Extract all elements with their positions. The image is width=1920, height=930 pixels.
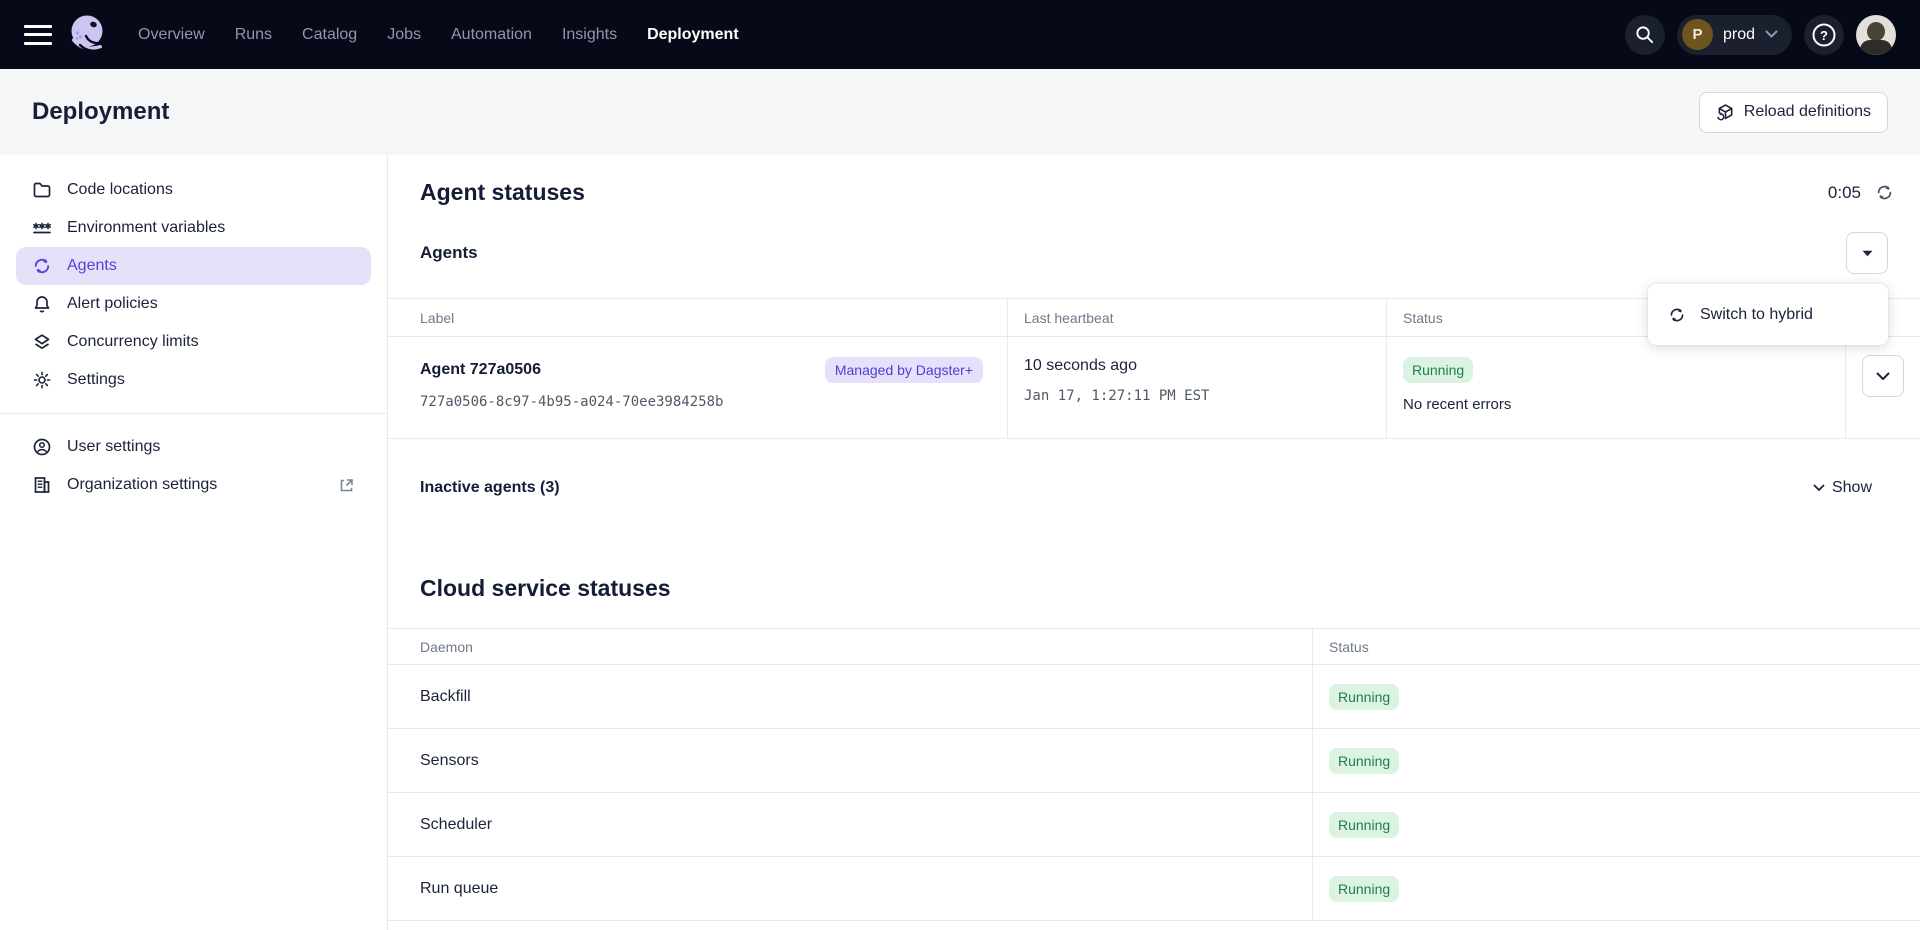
layers-icon [32, 332, 52, 352]
column-header-label: Label [388, 299, 1008, 337]
search-button[interactable] [1625, 15, 1665, 55]
chevron-down-icon [1765, 30, 1778, 39]
daemon-name: Backfill [388, 665, 1313, 729]
agent-statuses-title: Agent statuses [420, 179, 585, 206]
top-nav: Overview Runs Catalog Jobs Automation In… [0, 0, 1920, 69]
sidebar-item-label: Code locations [67, 181, 173, 199]
deployment-sidebar: Code locations Environment variables Age… [0, 155, 388, 930]
status-badge: Running [1329, 684, 1399, 710]
sidebar-item-label: Concurrency limits [67, 333, 199, 351]
agent-label-cell: Agent 727a0506 Managed by Dagster+ 727a0… [388, 337, 1008, 439]
sidebar-item-label: Agents [67, 257, 117, 275]
reload-definitions-label: Reload definitions [1744, 103, 1871, 121]
sidebar-item-user-settings[interactable]: User settings [16, 428, 371, 466]
chevron-down-icon [1876, 372, 1890, 381]
heartbeat-relative: 10 seconds ago [1024, 357, 1370, 375]
sidebar-item-settings[interactable]: Settings [16, 361, 371, 399]
agents-page: Agent statuses 0:05 Agents Label [388, 155, 1920, 930]
sidebar-divider [0, 413, 387, 414]
dagster-logo-icon[interactable] [66, 12, 110, 58]
daemon-status-cell: Running [1313, 857, 1920, 921]
daemon-name: Sensors [388, 729, 1313, 793]
deployment-avatar: P [1682, 19, 1713, 50]
status-note: No recent errors [1403, 396, 1829, 413]
sidebar-item-label: Environment variables [67, 219, 225, 237]
menu-item-label: Switch to hybrid [1700, 306, 1813, 324]
agents-options-menu: Switch to hybrid [1648, 284, 1888, 345]
sidebar-item-environment-variables[interactable]: Environment variables [16, 209, 371, 247]
daemon-name: Run queue [388, 857, 1313, 921]
cloud-services-table: Daemon Status Backfill Running Sensors R… [388, 628, 1920, 921]
refresh-countdown: 0:05 [1828, 183, 1861, 203]
external-link-icon [338, 477, 355, 494]
folder-icon [32, 180, 52, 200]
column-header-last-heartbeat: Last heartbeat [1008, 299, 1387, 337]
daemon-status-cell: Running [1313, 665, 1920, 729]
show-inactive-toggle[interactable]: Show [1813, 479, 1872, 497]
deployment-switcher[interactable]: P prod [1677, 15, 1792, 55]
sidebar-item-label: Alert policies [67, 295, 158, 313]
refresh-icon[interactable] [1875, 183, 1894, 202]
sidebar-item-concurrency-limits[interactable]: Concurrency limits [16, 323, 371, 361]
agent-icon [32, 256, 52, 276]
agent-row-expander-button[interactable] [1862, 355, 1904, 397]
show-label: Show [1832, 479, 1872, 497]
agent-heartbeat-cell: 10 seconds ago Jan 17, 1:27:11 PM EST [1008, 337, 1387, 439]
status-badge: Running [1329, 876, 1399, 902]
building-icon [32, 475, 52, 495]
user-avatar[interactable] [1856, 15, 1896, 55]
sidebar-item-code-locations[interactable]: Code locations [16, 171, 371, 209]
sidebar-item-alert-policies[interactable]: Alert policies [16, 285, 371, 323]
help-icon: ? [1811, 22, 1837, 48]
daemon-status-cell: Running [1313, 793, 1920, 857]
reload-cube-icon [1716, 103, 1735, 122]
status-badge: Running [1403, 357, 1473, 383]
hamburger-menu-icon[interactable] [24, 25, 52, 45]
deployment-name: prod [1723, 26, 1755, 44]
sidebar-item-organization-settings[interactable]: Organization settings [16, 466, 371, 504]
nav-deployment[interactable]: Deployment [647, 26, 739, 44]
column-header-daemon: Daemon [388, 629, 1313, 665]
managed-badge: Managed by Dagster+ [825, 357, 983, 383]
nav-automation[interactable]: Automation [451, 26, 532, 44]
page-title: Deployment [32, 98, 169, 126]
nav-jobs[interactable]: Jobs [387, 26, 421, 44]
nav-catalog[interactable]: Catalog [302, 26, 357, 44]
nav-insights[interactable]: Insights [562, 26, 617, 44]
sidebar-item-label: Settings [67, 371, 125, 389]
nav-overview[interactable]: Overview [138, 26, 205, 44]
env-vars-icon [32, 218, 52, 238]
inactive-agents-label: Inactive agents (3) [420, 479, 560, 497]
sidebar-item-label: Organization settings [67, 476, 217, 494]
daemon-status-cell: Running [1313, 729, 1920, 793]
bell-icon [32, 294, 52, 314]
agents-options-button[interactable] [1846, 232, 1888, 274]
user-icon [32, 437, 52, 457]
agent-status-cell: Running No recent errors [1387, 337, 1846, 439]
daemon-name: Scheduler [388, 793, 1313, 857]
agent-icon [1668, 306, 1686, 324]
cloud-service-statuses-title: Cloud service statuses [388, 575, 1920, 602]
gear-icon [32, 370, 52, 390]
help-button[interactable]: ? [1804, 15, 1844, 55]
chevron-down-icon [1813, 484, 1825, 492]
primary-nav: Overview Runs Catalog Jobs Automation In… [138, 26, 739, 44]
nav-runs[interactable]: Runs [235, 26, 272, 44]
sidebar-item-agents[interactable]: Agents [16, 247, 371, 285]
agent-name: Agent 727a0506 [420, 361, 541, 379]
agents-section-title: Agents [420, 243, 478, 263]
column-header-status: Status [1313, 629, 1920, 665]
reload-definitions-button[interactable]: Reload definitions [1699, 92, 1888, 133]
heartbeat-timestamp: Jan 17, 1:27:11 PM EST [1024, 388, 1370, 404]
switch-to-hybrid-menu-item[interactable]: Switch to hybrid [1648, 284, 1888, 345]
status-badge: Running [1329, 748, 1399, 774]
caret-down-icon [1862, 250, 1873, 257]
search-icon [1635, 25, 1654, 44]
page-header: Deployment Reload definitions [0, 69, 1920, 155]
agent-uuid: 727a0506-8c97-4b95-a024-70ee3984258b [420, 394, 991, 410]
status-badge: Running [1329, 812, 1399, 838]
agent-actions-cell [1846, 337, 1920, 439]
svg-text:?: ? [1820, 28, 1828, 43]
sidebar-item-label: User settings [67, 438, 160, 456]
